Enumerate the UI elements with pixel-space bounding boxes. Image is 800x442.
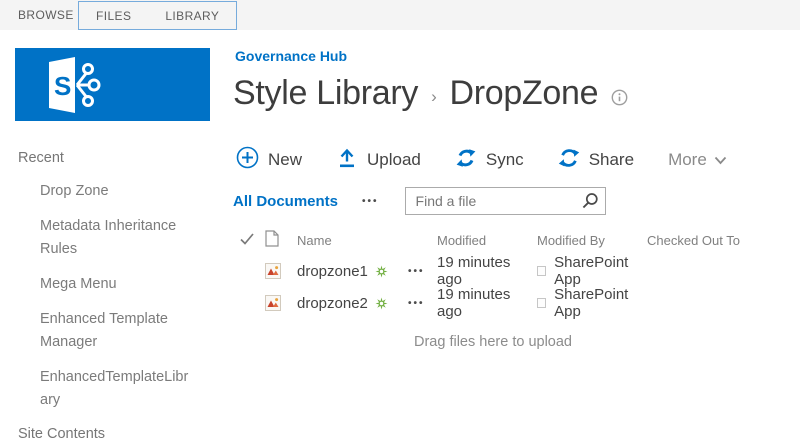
select-all-checkmark-icon[interactable] bbox=[240, 232, 265, 248]
drag-files-hint: Drag files here to upload bbox=[414, 334, 572, 350]
sidebar-item-mega-menu[interactable]: Mega Menu bbox=[40, 273, 192, 296]
quick-launch-nav: Recent Drop Zone Metadata Inheritance Ru… bbox=[18, 150, 213, 442]
sync-button[interactable]: Sync bbox=[455, 147, 524, 174]
search-input[interactable] bbox=[404, 187, 606, 215]
sync-arrows-icon bbox=[455, 147, 477, 174]
tab-browse[interactable]: BROWSE bbox=[18, 0, 74, 30]
file-link[interactable]: dropzone2 bbox=[297, 295, 368, 312]
table-row[interactable]: dropzone2 ••• 19 minutes ago SharePoint … bbox=[233, 286, 760, 320]
modified-by-value: SharePoint App bbox=[554, 254, 629, 288]
modified-value: 19 minutes ago bbox=[437, 286, 511, 320]
svg-text:S: S bbox=[54, 71, 71, 101]
new-button-label: New bbox=[268, 150, 303, 169]
title-dropzone[interactable]: DropZone bbox=[449, 74, 598, 113]
find-a-file-searchbox bbox=[404, 187, 606, 215]
info-circle-icon[interactable] bbox=[611, 81, 628, 106]
upload-button-label: Upload bbox=[367, 150, 421, 169]
document-list: Name Modified Modified By Checked Out To… bbox=[233, 226, 760, 350]
breadcrumb-governance-hub[interactable]: Governance Hub bbox=[235, 48, 347, 64]
library-toolbar: New Upload Sync Share More bbox=[236, 142, 727, 178]
sidebar-item-enhanced-template-manager[interactable]: Enhanced Template Manager bbox=[40, 308, 192, 354]
view-options-menu[interactable]: ••• bbox=[362, 196, 379, 207]
new-button[interactable]: New bbox=[236, 146, 302, 174]
image-file-icon bbox=[265, 295, 297, 311]
upload-button[interactable]: Upload bbox=[336, 147, 421, 174]
ribbon-contextual-tab-group: FILES LIBRARY bbox=[78, 1, 238, 31]
modified-value: 19 minutes ago bbox=[437, 254, 511, 288]
page-title: Style Library › DropZone bbox=[233, 70, 628, 116]
tab-library[interactable]: LIBRARY bbox=[148, 1, 236, 31]
ribbon-bar: BROWSE FILES LIBRARY bbox=[0, 0, 800, 30]
upload-arrow-icon bbox=[336, 147, 358, 174]
more-button[interactable]: More bbox=[668, 150, 727, 170]
sidebar-item-metadata-inheritance-rules[interactable]: Metadata Inheritance Rules bbox=[40, 215, 192, 261]
new-item-starburst-icon bbox=[375, 265, 388, 278]
magnifier-icon[interactable] bbox=[581, 192, 599, 215]
sidebar-item-enhancedtemplatelibrary[interactable]: EnhancedTemplateLibrary bbox=[40, 366, 192, 412]
column-header-modified-by[interactable]: Modified By bbox=[537, 233, 647, 248]
modified-by-value: SharePoint App bbox=[554, 286, 629, 320]
title-style-library[interactable]: Style Library bbox=[233, 74, 418, 113]
column-header-checked-out-to[interactable]: Checked Out To bbox=[647, 233, 760, 248]
file-type-column-document-icon[interactable] bbox=[265, 230, 297, 250]
more-button-label: More bbox=[668, 150, 707, 169]
chevron-down-icon bbox=[714, 150, 727, 170]
document-list-header: Name Modified Modified By Checked Out To bbox=[233, 226, 760, 254]
share-button-label: Share bbox=[588, 150, 635, 169]
column-header-modified[interactable]: Modified bbox=[437, 233, 537, 248]
table-row[interactable]: dropzone1 ••• 19 minutes ago SharePoint … bbox=[233, 254, 760, 288]
item-menu-ellipsis[interactable]: ••• bbox=[408, 266, 437, 277]
view-selector-bar: All Documents ••• bbox=[233, 186, 606, 216]
item-menu-ellipsis[interactable]: ••• bbox=[408, 298, 437, 309]
breadcrumb-separator: › bbox=[431, 86, 437, 106]
sidebar-item-site-contents[interactable]: Site Contents bbox=[18, 426, 213, 442]
sharepoint-logo[interactable]: S bbox=[15, 48, 210, 121]
image-file-icon bbox=[265, 263, 297, 279]
view-all-documents[interactable]: All Documents bbox=[233, 193, 338, 210]
presence-square-icon bbox=[537, 298, 547, 308]
sync-button-label: Sync bbox=[485, 150, 524, 169]
tab-files[interactable]: FILES bbox=[79, 1, 148, 31]
presence-square-icon bbox=[537, 266, 547, 276]
sidebar-header-recent: Recent bbox=[18, 150, 64, 166]
plus-circle-icon bbox=[236, 146, 259, 174]
sharepoint-logo-icon: S bbox=[49, 57, 101, 113]
sidebar-item-drop-zone[interactable]: Drop Zone bbox=[40, 180, 192, 203]
new-item-starburst-icon bbox=[375, 297, 388, 310]
share-circle-icon bbox=[558, 147, 580, 174]
column-header-name[interactable]: Name bbox=[297, 233, 408, 248]
share-button[interactable]: Share bbox=[558, 147, 634, 174]
file-link[interactable]: dropzone1 bbox=[297, 263, 368, 280]
